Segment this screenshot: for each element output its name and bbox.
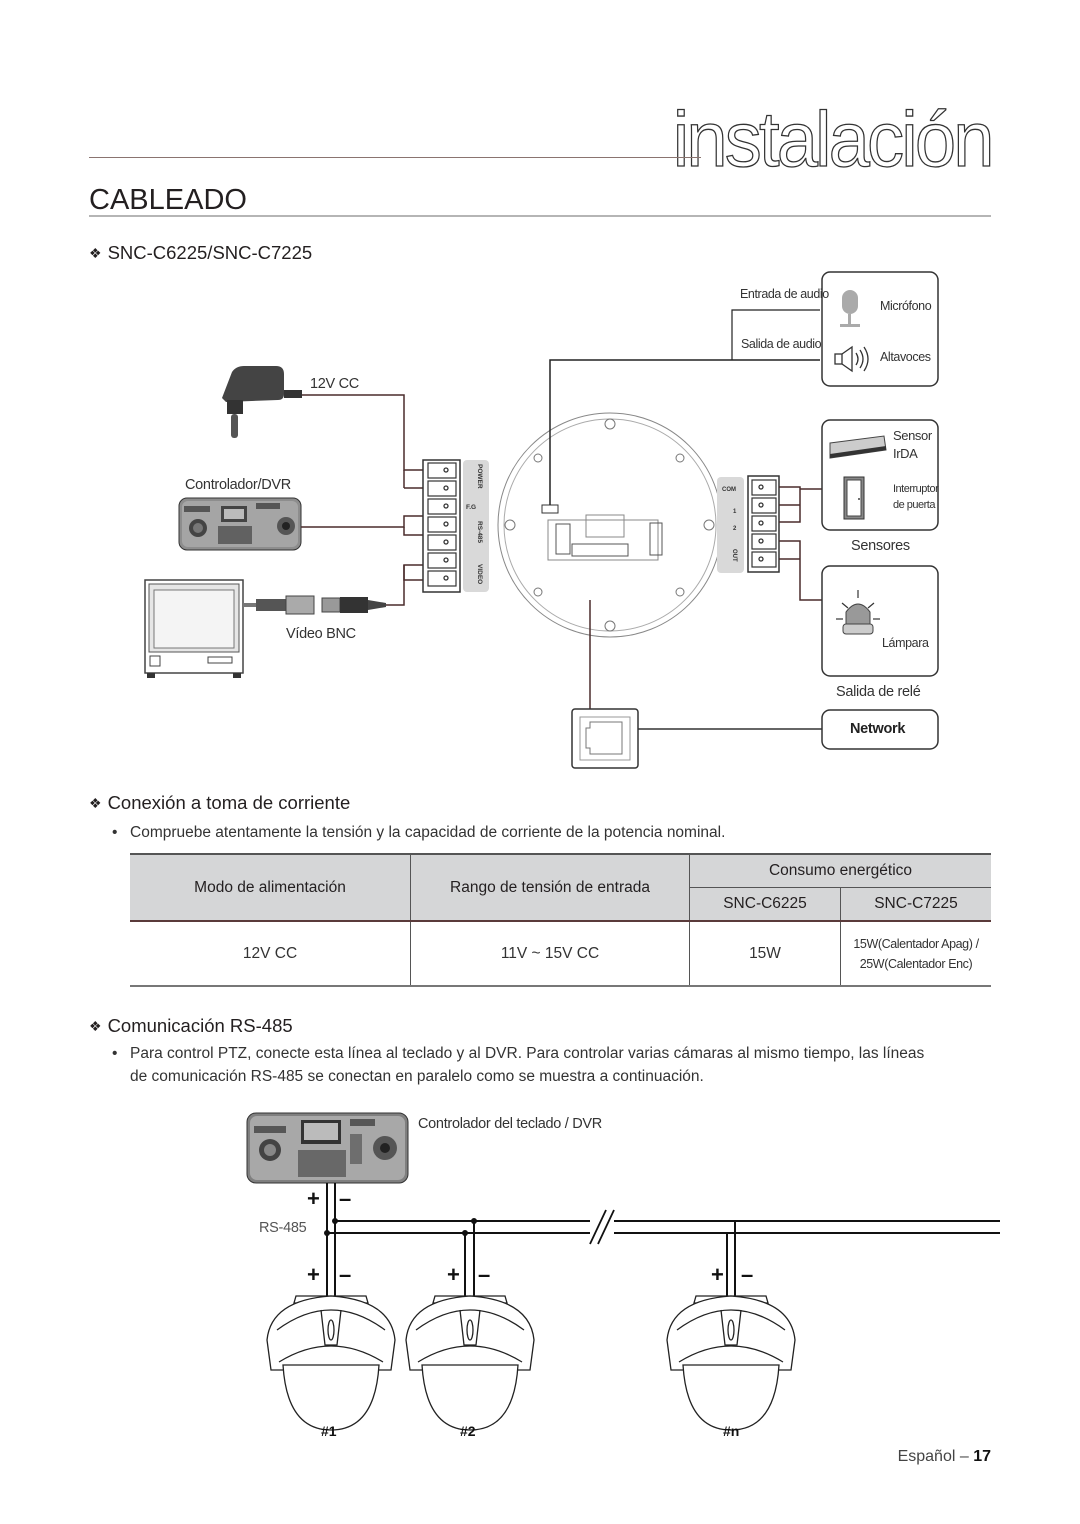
power-bullet-text: Compruebe atentamente la tensión y la ca… [130, 824, 726, 841]
page-number: 17 [973, 1448, 991, 1465]
rs485-heading-text: Comunicación RS-485 [107, 1015, 293, 1036]
cell-model-b-line1: 15W(Calentador Apag) / [853, 936, 979, 951]
label-network: Network [850, 721, 906, 737]
label-12v-cc: 12V CC [310, 376, 359, 392]
camera-label-n: #n [723, 1423, 740, 1439]
label-sensor-irda-2: IrDA [893, 446, 918, 461]
dome-camera-icon [266, 1295, 796, 1431]
plus-sign: + [307, 1262, 320, 1287]
power-table: Modo de alimentación Rango de tensión de… [130, 853, 991, 987]
plus-sign: + [307, 1186, 320, 1211]
rs485-bullet-line1: Para control PTZ, conecte esta línea al … [130, 1045, 925, 1062]
rs485-bullet: • Para control PTZ, conecte esta línea al… [112, 1042, 1002, 1088]
camera-label-2: #2 [460, 1423, 476, 1439]
label-door-switch-2: de puerta [893, 499, 935, 511]
cell-mode: 12V CC [130, 921, 411, 987]
camera-label-1: #1 [321, 1423, 337, 1439]
controller-keyboard-icon [178, 497, 302, 551]
wiring-diagram: POWER F.G RS-485 VIDEO COM 1 2 OUT [144, 271, 939, 769]
label-keyboard-controller: Controlador del teclado / DVR [418, 1116, 602, 1132]
label-lamp: Lámpara [882, 636, 929, 650]
power-adapter-icon [222, 366, 302, 438]
page-footer: Español – 17 [898, 1448, 991, 1466]
power-heading: ❖ Conexión a toma de corriente [89, 792, 350, 814]
label-audio-out: Salida de audio [741, 337, 822, 351]
table-row: 12V CC 11V ~ 15V CC 15W 15W(Calentador A… [130, 921, 991, 987]
label-door-switch-1: Interruptor [893, 483, 939, 495]
label-rs485: RS-485 [259, 1220, 307, 1236]
label-sensor-irda-1: Sensor [893, 428, 932, 443]
header-consumption: Consumo energético [689, 853, 991, 888]
header-range: Rango de tensión de entrada [410, 853, 690, 922]
terminal-label-com: COM [722, 487, 736, 493]
terminal-label-power: POWER [476, 464, 483, 489]
bullet-icon: • [112, 824, 118, 841]
rs485-bullet-line2: de comunicación RS-485 se conectan en pa… [130, 1068, 704, 1085]
minus-sign: – [741, 1262, 754, 1287]
label-controller-dvr: Controlador/DVR [185, 477, 291, 493]
footer-language: Español – [897, 1448, 969, 1465]
terminal-label-fg: F.G [466, 504, 476, 511]
terminal-label-out: OUT [731, 549, 737, 562]
label-video-bnc: Vídeo BNC [286, 626, 356, 642]
rj45-port-icon [571, 708, 639, 769]
terminal-label-video: VIDEO [476, 564, 483, 584]
terminal-label-rs485: RS-485 [476, 521, 483, 543]
power-bullet: • Compruebe atentamente la tensión y la c… [112, 821, 725, 844]
label-audio-in: Entrada de audio [740, 287, 829, 301]
cell-model-b: 15W(Calentador Apag) / 25W(Calentador En… [840, 921, 991, 987]
label-sensors: Sensores [851, 538, 910, 554]
audio-device-box [821, 271, 939, 387]
cell-range: 11V ~ 15V CC [410, 921, 690, 987]
diamond-bullet-icon: ❖ [89, 795, 102, 811]
header-mode: Modo de alimentación [130, 853, 411, 922]
rs485-heading: ❖ Comunicación RS-485 [89, 1015, 293, 1037]
terminal-block-right [747, 475, 780, 573]
bnc-connector-icon [243, 595, 386, 615]
label-microphone: Micrófono [880, 299, 932, 313]
plus-sign: + [711, 1262, 724, 1287]
plus-sign: + [447, 1262, 460, 1287]
header-model-b: SNC-C7225 [840, 887, 991, 922]
label-speakers: Altavoces [880, 350, 931, 364]
minus-sign: – [339, 1262, 352, 1287]
minus-sign: – [478, 1262, 491, 1287]
power-heading-text: Conexión a toma de corriente [107, 792, 351, 813]
bullet-icon: • [112, 1045, 118, 1062]
controller-keyboard-icon [246, 1112, 409, 1184]
relay-output-box [821, 565, 939, 677]
cell-model-a: 15W [689, 921, 841, 987]
header-model-a: SNC-C6225 [689, 887, 841, 922]
door-switch-icon [843, 476, 865, 520]
label-relay-output: Salida de relé [836, 684, 921, 700]
monitor-icon [144, 579, 244, 678]
camera-base-icon [497, 412, 723, 638]
cell-model-b-line2: 25W(Calentador Enc) [859, 956, 973, 971]
minus-sign: – [339, 1186, 352, 1211]
diamond-bullet-icon: ❖ [89, 1018, 102, 1034]
